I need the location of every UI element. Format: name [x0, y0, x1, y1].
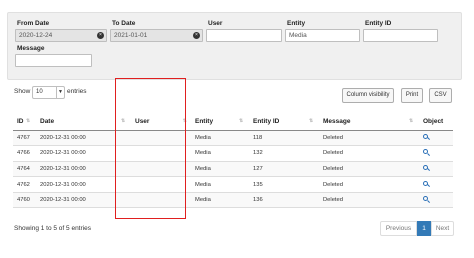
column-header-label: Object [423, 117, 444, 125]
sort-icon: ⇅ [26, 118, 31, 124]
cell-message: Deleted [319, 176, 419, 193]
page-length-select[interactable]: 10 ▼ [32, 86, 65, 99]
print-button[interactable]: Print [401, 88, 423, 103]
cell-message: Deleted [319, 130, 419, 147]
cell-id: 4767 [13, 130, 36, 147]
cell-message: Deleted [319, 145, 419, 162]
cell-object [419, 176, 453, 193]
cell-object [419, 130, 453, 147]
cell-message: Deleted [319, 192, 419, 209]
user-column-highlight-box [115, 78, 186, 219]
cell-entity: Media [191, 192, 249, 209]
cell-message: Deleted [319, 161, 419, 178]
table-header-row: ID ⇅ Date ⇅ User ⇅ Entity ⇅ Entity ID ⇅ Messa… [13, 113, 453, 131]
cell-object [419, 192, 453, 209]
search-icon[interactable] [423, 149, 431, 157]
column-header-id[interactable]: ID [13, 113, 36, 131]
search-icon[interactable] [423, 196, 431, 203]
column-header-label: Date [40, 117, 55, 125]
cell-id: 4764 [13, 161, 36, 178]
column-header-label: Message [323, 117, 351, 125]
table-row: 4760 2020-12-31 00:00 Media 136 Deleted [13, 192, 453, 209]
entity-id-input[interactable] [363, 29, 438, 42]
column-header-label: ID [17, 117, 24, 125]
show-label: Show [14, 88, 31, 95]
table-row: 4762 2020-12-31 00:00 Media 135 Deleted [13, 176, 453, 193]
message-label: Message [17, 45, 45, 52]
sort-icon: ⇅ [309, 118, 314, 124]
entity-label: Entity [287, 20, 306, 27]
cell-entity: Media [191, 130, 249, 147]
previous-page-button[interactable]: Previous [380, 221, 417, 236]
search-icon[interactable] [423, 164, 431, 172]
entity-input[interactable]: Media [285, 29, 360, 42]
cell-id: 4762 [13, 176, 36, 193]
column-header-object[interactable]: ⇅ Object [409, 113, 453, 131]
cell-entity-id: 135 [249, 176, 319, 193]
entity-id-label: Entity ID [365, 20, 392, 27]
column-header-label: Entity ID [253, 117, 280, 125]
to-date-input[interactable]: 2021-01-01 [110, 29, 203, 42]
cell-entity: Media [191, 145, 249, 162]
from-date-input[interactable]: 2020-12-24 [15, 29, 107, 42]
entries-label: entries [67, 88, 87, 95]
sort-icon: ⇅ [409, 118, 414, 124]
search-icon[interactable] [423, 180, 431, 188]
page-1-button[interactable]: 1 [417, 221, 431, 236]
log-table: ID ⇅ Date ⇅ User ⇅ Entity ⇅ Entity ID ⇅ Messa… [13, 113, 453, 209]
clear-to-date-icon[interactable]: × [193, 32, 200, 39]
search-icon[interactable] [423, 133, 431, 141]
column-header-label: Entity [195, 117, 214, 125]
cell-object [419, 161, 453, 178]
cell-entity: Media [191, 161, 249, 178]
next-page-button[interactable]: Next [431, 221, 454, 236]
column-visibility-button[interactable]: Column visibility [342, 88, 394, 103]
table-row: 4766 2020-12-31 00:00 Media 132 Deleted [13, 145, 453, 162]
cell-object [419, 145, 453, 162]
cell-entity-id: 127 [249, 161, 319, 178]
filter-panel [7, 12, 462, 80]
message-input[interactable] [15, 54, 92, 67]
cell-id: 4760 [13, 192, 36, 209]
table-row: 4764 2020-12-31 00:00 Media 127 Deleted [13, 161, 453, 178]
sort-icon: ⇅ [239, 118, 244, 124]
cell-entity: Media [191, 176, 249, 193]
column-header-message[interactable]: ⇅ Message [309, 113, 419, 131]
to-date-label: To Date [112, 20, 136, 27]
chevron-down-icon: ▼ [56, 87, 64, 98]
cell-entity-id: 132 [249, 145, 319, 162]
table-info: Showing 1 to 5 of 5 entries [14, 225, 91, 232]
cell-entity-id: 136 [249, 192, 319, 209]
user-label: User [208, 20, 223, 27]
page-length-value: 10 [36, 89, 43, 95]
clear-from-date-icon[interactable]: × [97, 32, 104, 39]
cell-id: 4766 [13, 145, 36, 162]
cell-entity-id: 118 [249, 130, 319, 147]
table-row: 4767 2020-12-31 00:00 Media 118 Deleted [13, 130, 453, 147]
from-date-label: From Date [17, 20, 50, 27]
user-input[interactable] [206, 29, 282, 42]
csv-button[interactable]: CSV [429, 88, 452, 103]
